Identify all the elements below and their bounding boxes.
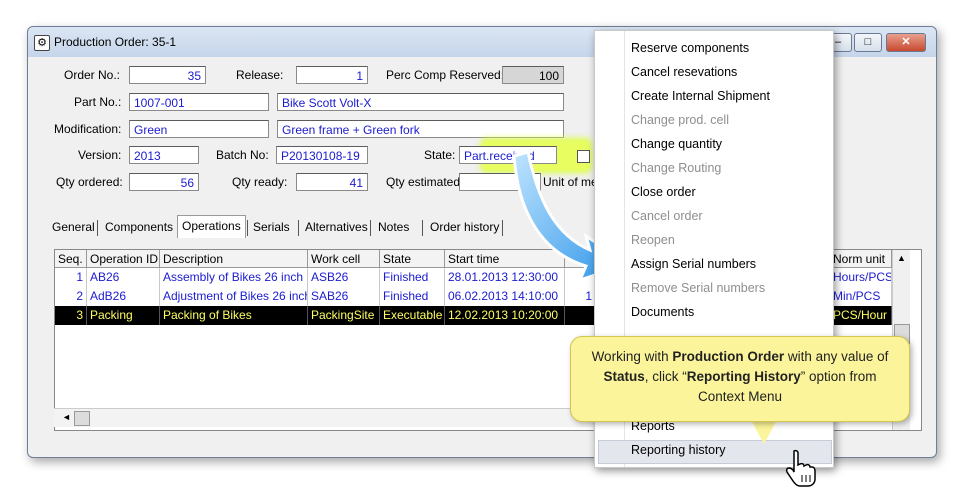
- menu-item-remove-serial-numbers: Remove Serial numbers: [631, 281, 766, 295]
- cell-seq: 2: [55, 287, 87, 306]
- cell-operation-id: Packing: [87, 306, 160, 325]
- menu-item-create-internal-shipment[interactable]: Create Internal Shipment: [631, 89, 770, 103]
- callout-bold-1: Production Order: [672, 349, 785, 364]
- tab-separator: [97, 220, 98, 236]
- batch-no-field[interactable]: P20130108-19: [276, 146, 368, 164]
- cell-work-cell: ASB26: [308, 268, 380, 287]
- cell-seq: 3: [55, 306, 87, 325]
- menu-item-cancel-order: Cancel order: [631, 209, 703, 223]
- release-label: Release:: [236, 68, 284, 82]
- tab-separator: [298, 220, 299, 236]
- tab-components[interactable]: Components: [101, 217, 177, 237]
- callout-bold-2: Status: [603, 369, 645, 384]
- window-title: Production Order: 35-1: [54, 35, 177, 49]
- version-field[interactable]: 2013: [129, 146, 199, 164]
- modification-description-field: Green frame + Green fork: [277, 120, 564, 138]
- horizontal-scroll-thumb[interactable]: [74, 411, 90, 426]
- tab-separator: [422, 220, 423, 236]
- column-header-state[interactable]: State: [380, 250, 445, 268]
- menu-item-change-quantity[interactable]: Change quantity: [631, 137, 722, 151]
- menu-item-reserve-components[interactable]: Reserve components: [631, 41, 749, 55]
- cell-seq: 1: [55, 268, 87, 287]
- qty-estimated-label: Qty estimated:: [386, 175, 464, 189]
- cell-work-cell: SAB26: [308, 287, 380, 306]
- hand-cursor-icon: [785, 449, 816, 487]
- version-label: Version:: [78, 148, 122, 162]
- horizontal-scrollbar[interactable]: ◄: [54, 408, 609, 427]
- menu-item-change-prod-cell: Change prod. cell: [631, 113, 729, 127]
- instruction-callout: Working with Production Order with any v…: [570, 336, 910, 422]
- column-header-seq[interactable]: Seq.: [55, 250, 87, 268]
- cell-norm-unit: Min/PCS: [830, 287, 892, 306]
- column-header-norm-unit[interactable]: Norm unit: [830, 250, 892, 268]
- tab-alternatives[interactable]: Alternatives: [301, 217, 372, 237]
- qty-ready-label: Qty ready:: [232, 175, 288, 189]
- callout-text: Working with Production Order with any v…: [585, 347, 895, 407]
- perc-comp-field: 100: [502, 66, 564, 84]
- perc-comp-label: Perc Comp Reserved:: [386, 68, 505, 82]
- cell-operation-id: AB26: [87, 268, 160, 287]
- order-no-field[interactable]: 35: [129, 66, 206, 84]
- order-no-label: Order No.:: [64, 68, 121, 82]
- menu-item-documents[interactable]: Documents: [631, 305, 694, 319]
- column-header-description[interactable]: Description: [160, 250, 308, 268]
- cell-state: Finished: [380, 287, 445, 306]
- tab-serials[interactable]: Serials: [249, 217, 294, 237]
- callout-text-3: , click “: [644, 369, 687, 384]
- cell-operation-id: AdB26: [87, 287, 160, 306]
- cell-norm-unit: PCS/Hour: [830, 306, 892, 325]
- tab-separator: [370, 220, 371, 236]
- cell-description: Adjustment of Bikes 26 inch: [160, 287, 308, 306]
- menu-item-reopen: Reopen: [631, 233, 675, 247]
- menu-item-close-order[interactable]: Close order: [631, 185, 696, 199]
- modification-label: Modification:: [54, 122, 122, 136]
- menu-item-cancel-reservations[interactable]: Cancel resevations: [631, 65, 737, 79]
- cell-state: Finished: [380, 268, 445, 287]
- batch-no-label: Batch No:: [216, 148, 269, 162]
- modification-field[interactable]: Green: [129, 120, 269, 138]
- column-header-operation-id[interactable]: Operation ID: [87, 250, 160, 268]
- cell-state: Executable: [380, 306, 445, 325]
- qty-ordered-label: Qty ordered:: [56, 175, 123, 189]
- column-header-work-cell[interactable]: Work cell: [308, 250, 380, 268]
- callout-bold-3: Reporting History: [686, 369, 801, 384]
- scroll-left-icon[interactable]: ◄: [62, 412, 71, 422]
- cell-description: Assembly of Bikes 26 inch: [160, 268, 308, 287]
- tab-notes[interactable]: Notes: [374, 217, 413, 237]
- tab-order-history[interactable]: Order history: [426, 217, 503, 237]
- close-icon[interactable]: ✕: [886, 33, 926, 52]
- qty-ready-field[interactable]: 41: [296, 173, 368, 191]
- cell-norm-unit: Hours/PCS: [830, 268, 892, 287]
- menu-item-reporting-history[interactable]: Reporting history: [631, 443, 726, 457]
- part-no-label: Part No.:: [74, 95, 122, 109]
- cell-start-time: 12.02.2013 10:20:00: [445, 306, 565, 325]
- menu-item-assign-serial-numbers[interactable]: Assign Serial numbers: [631, 257, 756, 271]
- release-field[interactable]: 1: [296, 66, 368, 84]
- cell-description: Packing of Bikes: [160, 306, 308, 325]
- maximize-icon[interactable]: □: [854, 33, 882, 52]
- part-description-field: Bike Scott Volt-X: [277, 93, 564, 111]
- callout-text-1: Working with: [591, 349, 673, 364]
- tab-general[interactable]: General: [48, 217, 99, 237]
- qty-ordered-field[interactable]: 56: [129, 173, 199, 191]
- menu-item-change-routing: Change Routing: [631, 161, 722, 175]
- tab-operations[interactable]: Operations: [177, 215, 246, 238]
- tab-separator: [247, 220, 248, 236]
- state-label: State:: [424, 148, 456, 162]
- callout-text-2: with any value of: [784, 349, 889, 364]
- app-gear-icon: ⚙: [34, 35, 50, 51]
- cell-work-cell: PackingSite: [308, 306, 380, 325]
- part-no-field[interactable]: 1007-001: [129, 93, 269, 111]
- scroll-up-icon[interactable]: ▲: [893, 250, 910, 266]
